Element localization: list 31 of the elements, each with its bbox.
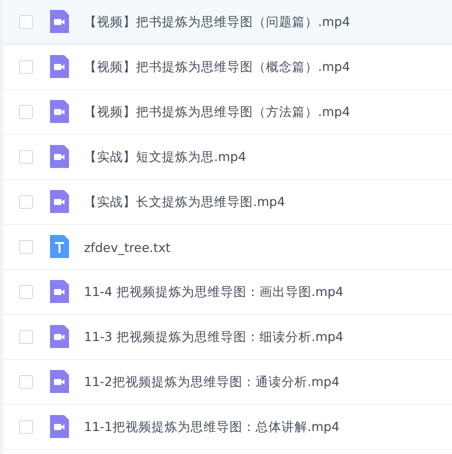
checkbox[interactable] — [19, 240, 33, 254]
file-name: 11-4 把视频提炼为思维导图：画出导图.mp4 — [84, 284, 344, 300]
checkbox[interactable] — [19, 330, 33, 344]
video-file-icon — [49, 190, 69, 214]
file-name: 【实战】短文提炼为思.mp4 — [84, 148, 246, 166]
checkbox[interactable] — [19, 375, 33, 389]
checkbox[interactable] — [19, 15, 33, 29]
checkbox[interactable] — [19, 150, 33, 164]
checkbox[interactable] — [19, 195, 33, 209]
video-file-icon — [49, 55, 69, 79]
video-file-icon — [49, 370, 69, 394]
video-file-icon — [49, 415, 69, 439]
checkbox[interactable] — [19, 105, 33, 119]
video-file-icon — [49, 100, 69, 124]
file-row[interactable]: 【视频】把书提炼为思维导图（问题篇）.mp4 — [3, 0, 452, 45]
file-name: 【视频】把书提炼为思维导图（概念篇）.mp4 — [84, 58, 350, 76]
file-name: zfdev_tree.txt — [84, 240, 171, 254]
file-name: 11-2把视频提炼为思维导图：通读分析.mp4 — [84, 374, 340, 390]
file-name: 【视频】把书提炼为思维导图（问题篇）.mp4 — [84, 14, 350, 30]
video-file-icon — [49, 10, 69, 34]
checkbox[interactable] — [19, 420, 33, 434]
video-file-icon — [49, 325, 69, 349]
file-name: 11-3 把视频提炼为思维导图：细读分析.mp4 — [84, 328, 344, 346]
file-name: 11-1把视频提炼为思维导图：总体讲解.mp4 — [84, 418, 340, 436]
video-file-icon — [49, 145, 69, 169]
video-file-icon — [49, 280, 69, 304]
file-name: 【实战】长文提炼为思维导图.mp4 — [84, 194, 286, 210]
checkbox[interactable] — [19, 285, 33, 299]
text-file-icon — [49, 235, 69, 259]
file-name: 【视频】把书提炼为思维导图（方法篇）.mp4 — [84, 104, 350, 120]
checkbox[interactable] — [19, 60, 33, 74]
